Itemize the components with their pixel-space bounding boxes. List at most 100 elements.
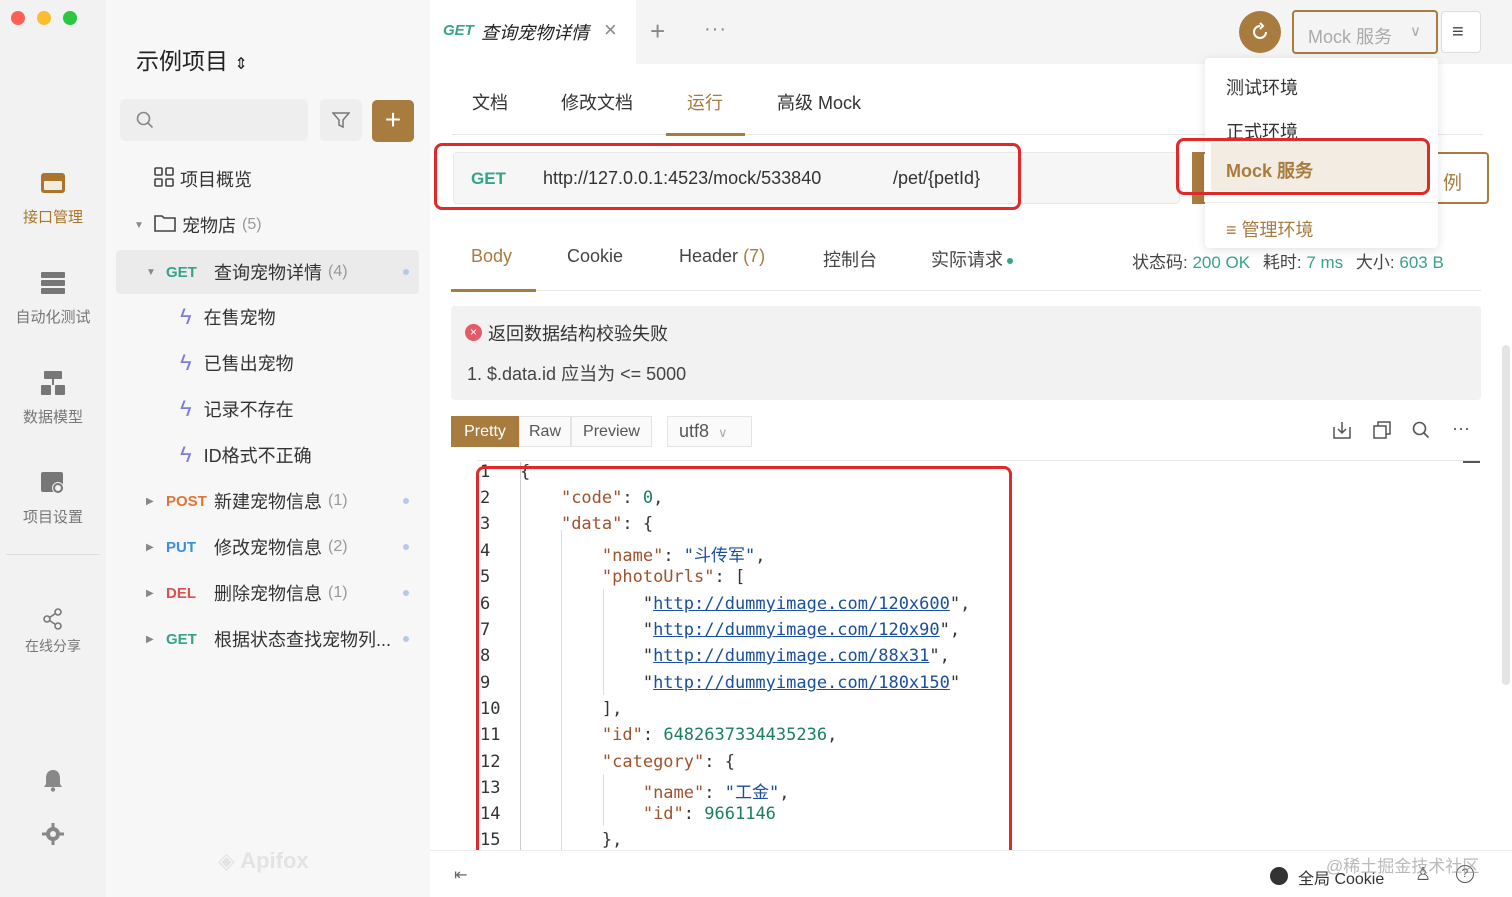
sync-button[interactable]: [1239, 11, 1281, 53]
watermark: @稀土掘金技术社区: [1326, 857, 1480, 876]
method-badge: POST: [166, 492, 207, 510]
tab-get-pet[interactable]: GET 查询宠物详情 ×: [430, 0, 636, 64]
collapse-sidebar-icon[interactable]: ⇤: [454, 865, 467, 885]
bolt-icon: ϟ: [180, 396, 192, 421]
resp-tab-actual-label: 实际请求: [931, 250, 1003, 270]
resp-tab-console[interactable]: 控制台: [823, 246, 877, 272]
filter-icon: [332, 112, 350, 129]
format-raw-button[interactable]: Raw: [519, 416, 571, 447]
minimize-window-button[interactable]: [37, 11, 51, 25]
highlight-code-box: [476, 466, 1012, 872]
filter-button[interactable]: [320, 99, 362, 141]
size-label: 大小:: [1355, 253, 1395, 272]
grid-icon: [154, 166, 174, 192]
tree-endpoint-put[interactable]: ▶ PUT 修改宠物信息 (2): [116, 525, 419, 569]
env-option-test[interactable]: 测试环境: [1226, 74, 1298, 100]
search-input[interactable]: [120, 99, 308, 141]
subtab-run[interactable]: 运行: [687, 89, 723, 115]
environment-select[interactable]: Mock 服务 ∨: [1292, 10, 1438, 54]
format-preview-button[interactable]: Preview: [571, 416, 652, 447]
resp-tab-header-label: Header: [679, 246, 739, 266]
header-count: (7): [743, 246, 766, 266]
tree-label: 在售宠物: [203, 308, 276, 328]
tree-endpoint-get-pet[interactable]: ▼ GET 查询宠物详情 (4): [116, 250, 419, 294]
menu-button[interactable]: ≡: [1441, 11, 1481, 53]
rail-item-auto-test[interactable]: 自动化测试: [0, 270, 106, 327]
chevron-down-icon: ∨: [1410, 23, 1421, 40]
rail-item-share[interactable]: 在线分享: [0, 608, 106, 656]
auto-test-icon: [40, 270, 66, 296]
status-dot: [1007, 258, 1013, 265]
rail-item-data-model[interactable]: 数据模型: [0, 370, 106, 427]
more-tabs-icon[interactable]: ···: [704, 18, 727, 41]
maximize-window-button[interactable]: [63, 11, 77, 25]
api-management-icon: [40, 170, 66, 196]
tree-count: (5): [242, 216, 262, 233]
resp-tab-cookie[interactable]: Cookie: [567, 246, 623, 267]
search-icon[interactable]: [1412, 421, 1430, 444]
tree-endpoint-post[interactable]: ▶ POST 新建宠物信息 (1): [116, 479, 419, 523]
scrollbar[interactable]: [1502, 345, 1510, 685]
save-example-label: 例: [1443, 173, 1463, 194]
manage-label: 管理环境: [1241, 220, 1314, 240]
new-tab-icon[interactable]: +: [650, 16, 665, 47]
tab-bar: GET 查询宠物详情 × + ··· Mock 服务 ∨ ≡: [430, 0, 1512, 64]
encoding-select[interactable]: utf8 ∨: [667, 416, 752, 447]
resp-tab-active-indicator: [451, 289, 536, 292]
tab-close-icon[interactable]: ×: [604, 17, 617, 43]
subtab-edit-docs[interactable]: 修改文档: [561, 89, 633, 115]
tree-endpoint-find-by-status[interactable]: ▶ GET 根据状态查找宠物列...: [116, 617, 419, 661]
close-window-button[interactable]: [11, 11, 25, 25]
subtab-advanced-mock[interactable]: 高级 Mock: [777, 89, 861, 115]
bell-icon[interactable]: [42, 768, 64, 797]
tree-case[interactable]: ϟ 记录不存在: [116, 387, 419, 431]
method-badge: GET: [166, 263, 197, 281]
rail-item-api-management[interactable]: 接口管理: [0, 170, 106, 227]
caret-down-icon: ▼: [134, 219, 144, 231]
tree-label: 宠物店: [182, 216, 236, 236]
tree-count: (1): [328, 584, 348, 601]
add-button[interactable]: +: [372, 100, 414, 142]
gear-icon[interactable]: [42, 823, 64, 850]
dropdown-divider: [1205, 202, 1438, 203]
tree-folder-petstore[interactable]: ▼ 宠物店 (5): [116, 203, 419, 247]
tree-label: 查询宠物详情: [214, 263, 322, 283]
status-dot: [403, 636, 409, 642]
manage-environments[interactable]: ≡ 管理环境: [1226, 216, 1314, 242]
error-title: 返回数据结构校验失败: [488, 324, 668, 344]
rail-item-label: 在线分享: [25, 638, 81, 654]
hamburger-icon: ≡: [1452, 21, 1464, 43]
rail-item-project-settings[interactable]: 项目设置: [0, 470, 106, 527]
sync-icon: [1253, 22, 1267, 39]
project-switcher[interactable]: 示例项目 ⇕: [136, 42, 248, 76]
status-dot: [403, 269, 409, 275]
status-dot: [403, 498, 409, 504]
sidebar: 示例项目 ⇕ + 项目概览 ▼ 宠物店 (5) ▼ GET 查询宠物详情 (4) ϟ…: [106, 0, 430, 897]
resp-tab-body[interactable]: Body: [471, 246, 512, 267]
method-badge: GET: [166, 630, 197, 648]
tree-project-overview[interactable]: 项目概览: [116, 157, 419, 201]
copy-icon[interactable]: [1373, 421, 1391, 444]
rail-item-label: 项目设置: [22, 509, 83, 526]
subtab-docs[interactable]: 文档: [472, 89, 508, 115]
tree-case[interactable]: ϟ 在售宠物: [116, 295, 419, 339]
tree-endpoint-del[interactable]: ▶ DEL 删除宠物信息 (1): [116, 571, 419, 615]
share-icon: [42, 608, 64, 630]
more-options-icon[interactable]: ···: [1452, 418, 1470, 439]
resp-tab-header[interactable]: Header (7): [679, 246, 765, 267]
cookie-icon: [1270, 867, 1288, 885]
tree-label: 删除宠物信息: [214, 584, 322, 604]
time-value: 7 ms: [1306, 253, 1344, 272]
resp-tab-actual-request[interactable]: 实际请求: [931, 246, 1013, 272]
brand-text: Apifox: [240, 848, 309, 873]
status-dot: [403, 590, 409, 596]
tree-case[interactable]: ϟ 已售出宠物: [116, 341, 419, 385]
search-icon: [136, 111, 154, 129]
tree-case[interactable]: ϟ ID格式不正确: [116, 433, 419, 477]
download-icon[interactable]: [1333, 421, 1351, 444]
app-window: 接口管理 自动化测试 数据模型 项目设置 在线分享 示例项目 ⇕ + 项目概览: [0, 0, 1512, 897]
format-pretty-button[interactable]: Pretty: [451, 416, 519, 447]
tree-label: 项目概览: [180, 170, 252, 190]
rail-item-label: 数据模型: [22, 409, 83, 426]
tree-label: ID格式不正确: [203, 446, 312, 466]
